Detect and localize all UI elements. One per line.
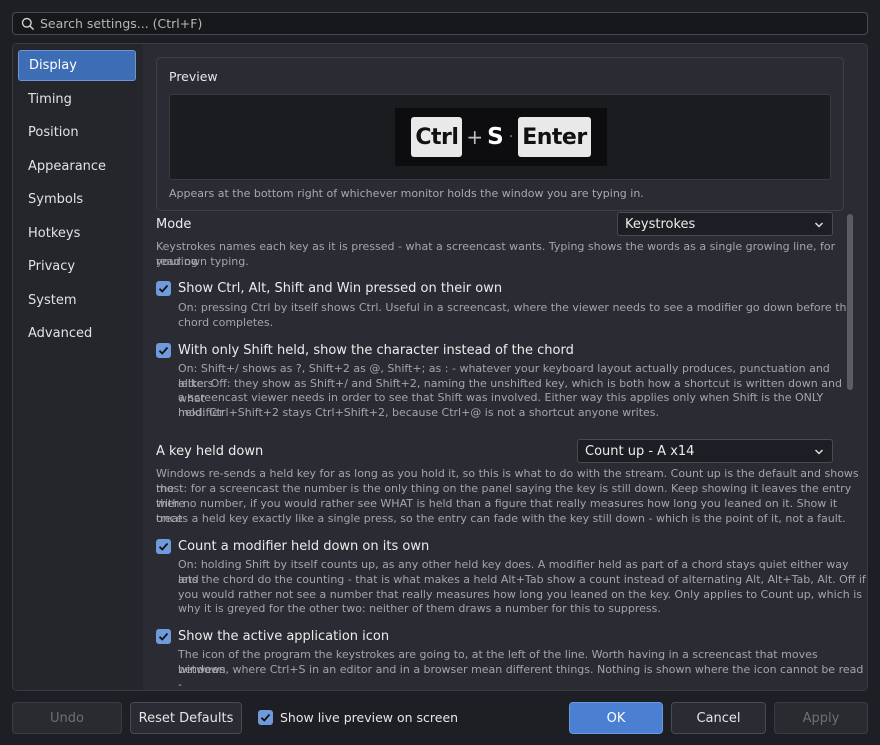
show-mods-desc-line1: On: pressing Ctrl by itself shows Ctrl. … (178, 301, 854, 314)
preview-box: Ctrl + S · Enter (169, 94, 831, 180)
checkmark-icon (158, 284, 169, 293)
count-mod-label[interactable]: Count a modifier held down on its own (178, 539, 429, 554)
shift-char-checkbox[interactable] (156, 343, 171, 358)
count-mod-desc-line2: lets the chord do the counting - that is… (178, 573, 866, 586)
cancel-button[interactable]: Cancel (671, 702, 766, 734)
chevron-down-icon (814, 446, 824, 456)
checkmark-icon (158, 346, 169, 355)
mode-desc-line1: Keystrokes names each key as it is press… (156, 240, 836, 268)
sidebar-item-system[interactable]: System (18, 285, 136, 316)
sidebar-item-position[interactable]: Position (18, 117, 136, 148)
apply-button[interactable]: Apply (774, 702, 868, 734)
search-bar[interactable] (12, 12, 868, 35)
show-mods-label[interactable]: Show Ctrl, Alt, Shift and Win pressed on… (178, 281, 502, 296)
shift-char-label[interactable]: With only Shift held, show the character… (178, 343, 574, 358)
held-desc-line4: treats a held key exactly like a single … (156, 512, 846, 525)
live-preview-checkbox[interactable] (258, 710, 273, 725)
preview-group: Preview Ctrl + S · Enter Appears at the … (156, 57, 844, 211)
app-icon-desc-line2: windows, where Ctrl+S in an editor and i… (178, 663, 864, 690)
key-enter: Enter (518, 117, 591, 157)
mode-select[interactable]: Keystrokes (617, 212, 833, 236)
sidebar-item-symbols[interactable]: Symbols (18, 184, 136, 215)
show-mods-checkbox[interactable] (156, 281, 171, 296)
key-ctrl: Ctrl (411, 117, 463, 157)
held-select[interactable]: Count up - A x14 (577, 439, 833, 463)
mode-value: Keystrokes (625, 216, 696, 232)
count-mod-desc-line4: why it is greyed for the other two: neit… (178, 602, 661, 615)
held-label: A key held down (156, 444, 264, 459)
ok-button[interactable]: OK (569, 702, 663, 734)
key-separator: · (508, 129, 514, 145)
settings-panel: Display Timing Position Appearance Symbo… (12, 43, 868, 691)
checkmark-icon (260, 713, 271, 722)
search-input[interactable] (40, 16, 867, 31)
preview-title: Preview (169, 69, 218, 84)
undo-button[interactable]: Undo (12, 702, 122, 734)
keycast-preview: Ctrl + S · Enter (395, 108, 607, 166)
scrollbar[interactable] (847, 214, 853, 390)
settings-content: Preview Ctrl + S · Enter Appears at the … (143, 44, 867, 690)
live-preview-label[interactable]: Show live preview on screen (280, 710, 458, 725)
mode-label: Mode (156, 217, 192, 232)
sidebar-item-advanced[interactable]: Advanced (18, 318, 136, 349)
sidebar-item-privacy[interactable]: Privacy (18, 251, 136, 282)
search-icon (21, 17, 35, 31)
checkmark-icon (158, 542, 169, 551)
sidebar-item-display[interactable]: Display (18, 50, 136, 81)
mode-desc-line2: your own typing. (156, 255, 249, 268)
app-icon-label[interactable]: Show the active application icon (178, 629, 389, 644)
reset-defaults-button[interactable]: Reset Defaults (130, 702, 242, 734)
held-value: Count up - A x14 (585, 443, 695, 459)
key-plus: + (466, 125, 484, 149)
preview-note: Appears at the bottom right of whichever… (169, 187, 644, 200)
checkmark-icon (158, 632, 169, 641)
sidebar-item-appearance[interactable]: Appearance (18, 151, 136, 182)
sidebar-item-timing[interactable]: Timing (18, 84, 136, 115)
count-mod-checkbox[interactable] (156, 539, 171, 554)
show-mods-desc-line2: chord completes. (178, 316, 274, 329)
app-icon-checkbox[interactable] (156, 629, 171, 644)
chevron-down-icon (814, 219, 824, 229)
key-s: S (487, 124, 504, 150)
shift-char-desc-line4: held: Ctrl+Shift+2 stays Ctrl+Shift+2, b… (178, 406, 659, 419)
sidebar: Display Timing Position Appearance Symbo… (13, 44, 143, 690)
count-mod-desc-line3: you would rather not see a number that r… (178, 588, 862, 601)
sidebar-item-hotkeys[interactable]: Hotkeys (18, 218, 136, 249)
